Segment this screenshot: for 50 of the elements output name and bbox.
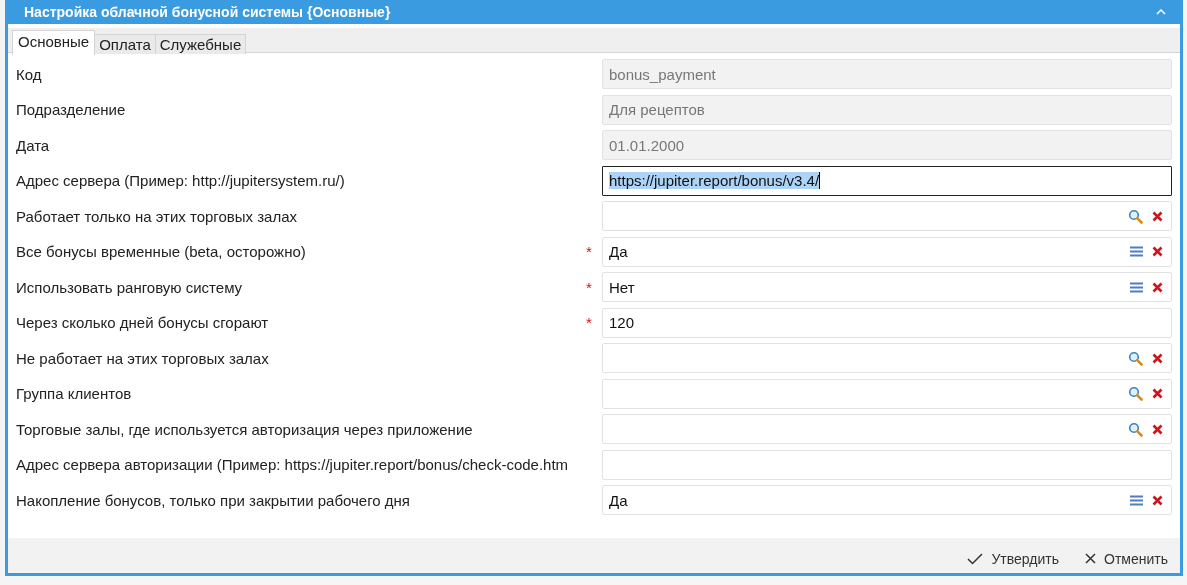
- check-icon: [967, 552, 984, 565]
- field-label: Код: [15, 65, 43, 83]
- tab[interactable]: Оплата: [94, 34, 156, 54]
- lookup-field[interactable]: [602, 201, 1172, 231]
- confirm-button[interactable]: Утвердить: [967, 550, 1059, 567]
- field-label: Все бонусы временные (beta, осторожно): [15, 243, 307, 260]
- readonly-field[interactable]: bonus_payment: [602, 59, 1172, 89]
- field-label: Использовать ранговую систему: [15, 278, 244, 296]
- field-label: Накопление бонусов, только при закрытии рабочего дня: [15, 491, 411, 509]
- tab[interactable]: Основные: [12, 30, 96, 55]
- required-mark: *: [586, 278, 593, 296]
- search-icon[interactable]: [1128, 350, 1143, 366]
- input-field[interactable]: 120: [602, 307, 1172, 338]
- clear-icon[interactable]: [1152, 494, 1163, 506]
- select-field[interactable]: Да: [602, 485, 1172, 515]
- readonly-field[interactable]: 01.01.2000: [602, 130, 1172, 160]
- tab[interactable]: Служебные: [154, 34, 247, 54]
- field-label: Подразделение: [15, 101, 127, 118]
- clear-icon[interactable]: [1152, 281, 1163, 293]
- window-title: Настройка облачной бонусной системы {Основные}: [24, 4, 391, 20]
- required-mark: *: [586, 243, 593, 260]
- field-label: Не работает на этих торговых залах: [15, 349, 270, 367]
- search-icon[interactable]: [1128, 386, 1143, 401]
- field-label: Торговые залы, где используется авторизация через приложение: [15, 420, 474, 438]
- required-mark: *: [586, 314, 593, 331]
- field-label: Дата: [15, 136, 51, 154]
- field-label: Работает только на этих торговых залах: [15, 207, 299, 225]
- clear-icon[interactable]: [1152, 423, 1163, 435]
- lookup-field[interactable]: [602, 414, 1172, 444]
- clear-icon[interactable]: [1152, 210, 1163, 222]
- menu-icon[interactable]: [1130, 246, 1143, 257]
- search-icon[interactable]: [1128, 208, 1143, 224]
- clear-icon[interactable]: [1152, 352, 1163, 364]
- lookup-field[interactable]: [602, 343, 1172, 373]
- field-label: Через сколько дней бонусы сгорают: [15, 314, 270, 331]
- search-icon[interactable]: [1128, 421, 1143, 437]
- lookup-field[interactable]: [602, 378, 1172, 409]
- clear-icon[interactable]: [1152, 388, 1163, 399]
- clear-icon[interactable]: [1152, 246, 1163, 257]
- cancel-button[interactable]: Отменить: [1085, 550, 1168, 567]
- field-label: Адрес сервера авторизации (Пример: https://jupiter.report/bonus/check-code.htm: [15, 456, 570, 473]
- input-field[interactable]: https://jupiter.report/bonus/v3.4/: [602, 165, 1172, 196]
- select-field[interactable]: Нет: [602, 272, 1172, 302]
- readonly-field[interactable]: Для рецептов: [602, 94, 1172, 125]
- select-field[interactable]: Да: [602, 236, 1172, 267]
- menu-icon[interactable]: [1130, 494, 1143, 506]
- field-label: Адрес сервера (Пример: http://jupitersystem.ru/): [15, 172, 346, 189]
- field-label: Группа клиентов: [15, 385, 133, 402]
- input-field[interactable]: [602, 449, 1172, 480]
- menu-icon[interactable]: [1130, 281, 1143, 293]
